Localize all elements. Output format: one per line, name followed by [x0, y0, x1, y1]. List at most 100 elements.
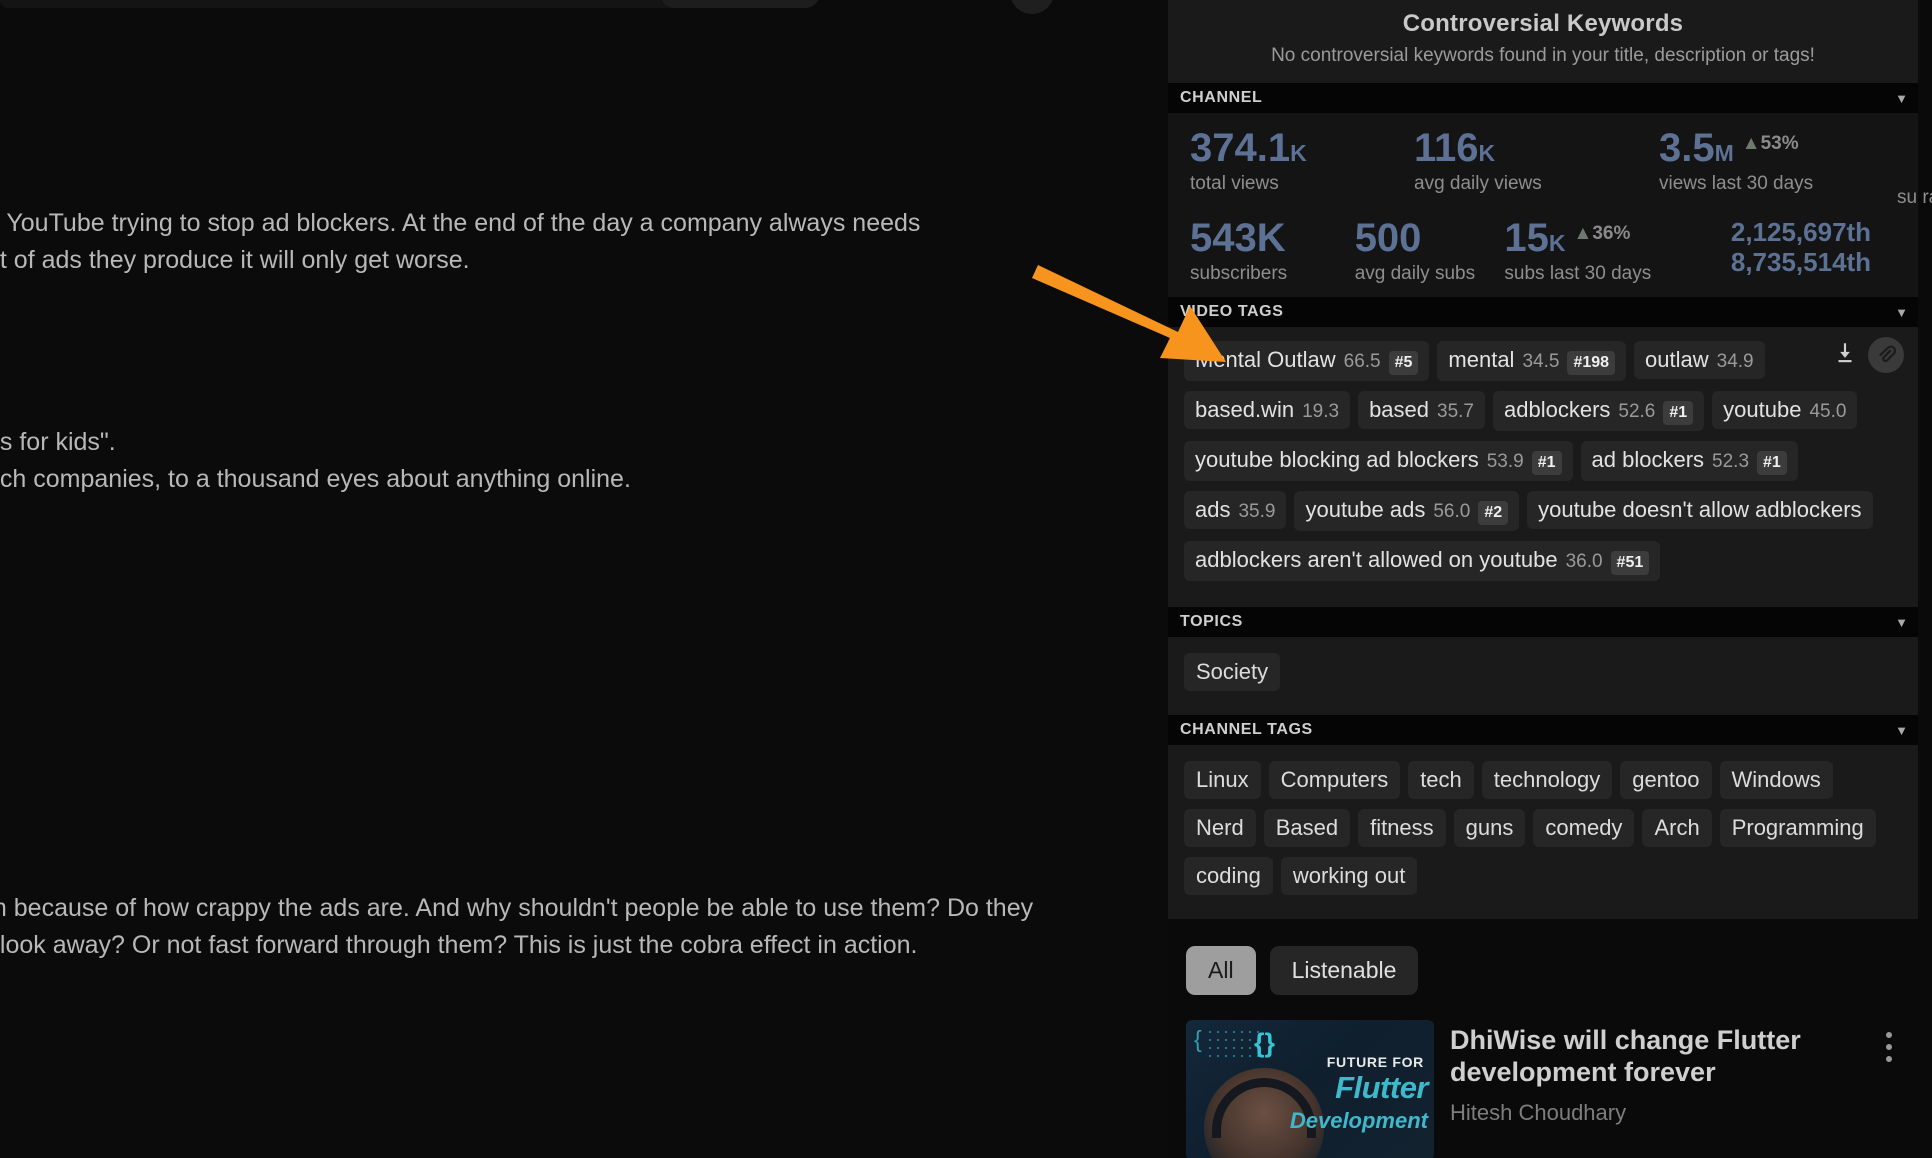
video-meta: DhiWise will change Flutter development …	[1450, 1020, 1858, 1126]
channel-tag-chip[interactable]: Computers	[1268, 761, 1401, 799]
download-icon[interactable]	[1832, 340, 1858, 371]
channel-tag-chip[interactable]: tech	[1408, 761, 1474, 799]
channel-tag-chip[interactable]: Linux	[1184, 761, 1261, 799]
channel-tag-chip[interactable]: Based	[1263, 809, 1351, 847]
partial-avatar-circle	[1010, 0, 1054, 14]
stat-views-last-30-days-value: 3.5M ▲53%	[1659, 126, 1799, 170]
video-tag-chip[interactable]: youtube doesn't allow adblockers	[1527, 491, 1873, 529]
more-vertical-icon[interactable]	[1874, 1020, 1904, 1062]
chevron-down-icon[interactable]: ▼	[1895, 306, 1908, 319]
stat-rank-labels: su ra vi	[1897, 187, 1932, 208]
channel-tag-chip[interactable]: Windows	[1719, 761, 1833, 799]
paperclip-icon[interactable]	[1868, 337, 1904, 373]
stat-subscribers-label: subscribers	[1190, 263, 1288, 284]
video-title[interactable]: DhiWise will change Flutter development …	[1450, 1024, 1858, 1088]
analytics-side-panel: Controversial Keywords No controversial …	[1168, 0, 1918, 1158]
video-tag-score: 34.5	[1522, 351, 1560, 372]
stat-subs-last-30-days-value: 15K ▲36%	[1504, 216, 1631, 260]
filter-tab-all[interactable]: All	[1186, 946, 1256, 995]
stat-total-views: 374.1K total views	[1190, 127, 1414, 195]
thumbnail-text-2: Flutter	[1335, 1070, 1428, 1105]
video-tag-label: outlaw	[1645, 347, 1709, 372]
section-header-channel[interactable]: CHANNEL ▼	[1168, 83, 1918, 113]
video-tag-chip[interactable]: ad blockers 52.3 #1	[1580, 441, 1798, 481]
page-left-content: o YouTube trying to stop ad blockers. At…	[0, 0, 1168, 1158]
stat-total-views-value: 374.1K	[1190, 126, 1307, 170]
video-tag-rank-badge: #51	[1610, 551, 1650, 575]
video-thumbnail[interactable]: { {} FUTURE FOR Flutter Development	[1186, 1020, 1434, 1158]
topics-list: Society	[1168, 637, 1918, 715]
video-tag-score: 66.5	[1343, 351, 1381, 372]
chevron-down-icon[interactable]: ▼	[1895, 92, 1908, 105]
video-tag-chip[interactable]: ads 35.9	[1184, 491, 1287, 529]
chevron-down-icon[interactable]: ▼	[1895, 724, 1908, 737]
video-tag-chip[interactable]: adblockers 52.6 #1	[1493, 391, 1705, 431]
channel-tag-chip[interactable]: coding	[1184, 857, 1273, 895]
video-tag-chip[interactable]: mental 34.5 #198	[1437, 341, 1627, 381]
section-header-topics[interactable]: TOPICS ▼	[1168, 607, 1918, 637]
video-tag-score: 35.9	[1238, 501, 1276, 522]
video-tag-rank-badge: #1	[1757, 451, 1787, 475]
section-header-channel-tags[interactable]: CHANNEL TAGS ▼	[1168, 715, 1918, 745]
section-header-video-tags[interactable]: VIDEO TAGS ▼	[1168, 297, 1918, 327]
video-tags-list: Mental Outlaw 66.5 #5 mental 34.5 #198 outlaw 3…	[1168, 327, 1918, 607]
video-tag-rank-badge: #1	[1531, 451, 1562, 475]
video-tag-rank-badge: #5	[1388, 351, 1419, 375]
channel-tag-chip[interactable]: fitness	[1358, 809, 1446, 847]
stat-subs-last-30-days-label: subs last 30 days	[1504, 263, 1652, 284]
filter-tab-bar: All Listenable	[1168, 919, 1918, 995]
stat-avg-daily-subs-value: 500	[1354, 216, 1422, 260]
chevron-down-icon[interactable]: ▼	[1895, 616, 1908, 629]
stat-views-last-30-days: 3.5M ▲53% views last 30 days	[1659, 127, 1899, 195]
video-tag-score: 56.0	[1433, 501, 1471, 522]
stat-ranks: 2,125,697th 8,735,514th	[1731, 217, 1918, 285]
video-tag-label: youtube	[1723, 397, 1802, 422]
stat-avg-daily-views-label: avg daily views	[1414, 173, 1542, 194]
filter-tab-listenable[interactable]: Listenable	[1269, 946, 1419, 995]
video-tag-label: adblockers	[1504, 397, 1611, 422]
video-tag-chip[interactable]: outlaw 34.9	[1634, 341, 1765, 379]
stat-subs-last-30-days: 15K ▲36% subs last 30 days	[1504, 217, 1730, 285]
partial-top-pill	[660, 0, 820, 8]
topic-chip[interactable]: Society	[1184, 653, 1281, 691]
video-tag-score: 34.9	[1716, 351, 1754, 372]
video-tag-chip[interactable]: Mental Outlaw 66.5 #5	[1184, 341, 1430, 381]
video-tag-label: Mental Outlaw	[1195, 347, 1336, 372]
video-tag-label: based	[1369, 397, 1430, 422]
stat-subs-delta: ▲36%	[1573, 223, 1631, 244]
channel-tag-chip[interactable]: Arch	[1642, 809, 1712, 847]
video-tag-chip[interactable]: youtube 45.0	[1712, 391, 1858, 429]
channel-tag-chip[interactable]: working out	[1280, 857, 1418, 895]
thumbnail-text-1: FUTURE FOR	[1326, 1054, 1424, 1070]
video-tag-rank-badge: #1	[1663, 401, 1694, 425]
video-tag-chip[interactable]: youtube ads 56.0 #2	[1294, 491, 1520, 531]
channel-tag-chip[interactable]: comedy	[1533, 809, 1635, 847]
video-tag-score: 52.3	[1712, 451, 1750, 472]
video-tag-rank-badge: #198	[1567, 351, 1616, 375]
stat-avg-daily-subs-label: avg daily subs	[1354, 263, 1476, 284]
stat-avg-daily-views: 116K avg daily views	[1414, 127, 1659, 195]
video-channel-name[interactable]: Hitesh Choudhary	[1450, 1100, 1858, 1126]
stat-subscribers-value: 543K	[1190, 216, 1286, 260]
section-label-video-tags: VIDEO TAGS	[1180, 303, 1284, 320]
video-tag-chip[interactable]: based 35.7	[1358, 391, 1485, 429]
video-tag-chip[interactable]: youtube blocking ad blockers 53.9 #1	[1184, 441, 1573, 481]
thumbnail-brace-icon: {}	[1254, 1028, 1276, 1058]
channel-tag-chip[interactable]: gentoo	[1620, 761, 1712, 799]
stat-views-last-30-days-label: views last 30 days	[1659, 173, 1814, 194]
video-tag-score: 35.7	[1437, 401, 1474, 422]
video-tag-score: 53.9	[1486, 451, 1524, 472]
video-tags-actions	[1832, 337, 1904, 373]
video-tag-chip[interactable]: based.win 19.3	[1184, 391, 1351, 429]
related-video-card[interactable]: { {} FUTURE FOR Flutter Development DhiW…	[1168, 995, 1918, 1158]
channel-tag-chip[interactable]: technology	[1481, 761, 1613, 799]
controversial-keywords-message: No controversial keywords found in your …	[1271, 45, 1815, 66]
stat-subscribers: 543K subscribers	[1190, 217, 1355, 285]
channel-tag-chip[interactable]: guns	[1453, 809, 1526, 847]
channel-tag-chip[interactable]: Nerd	[1184, 809, 1256, 847]
channel-tag-chip[interactable]: Programming	[1719, 809, 1876, 847]
video-tag-chip[interactable]: adblockers aren't allowed on youtube 36.0…	[1184, 541, 1661, 581]
video-tag-label: ad blockers	[1591, 447, 1705, 472]
video-tag-rank-badge: #2	[1478, 501, 1509, 525]
section-label-channel: CHANNEL	[1180, 89, 1263, 106]
